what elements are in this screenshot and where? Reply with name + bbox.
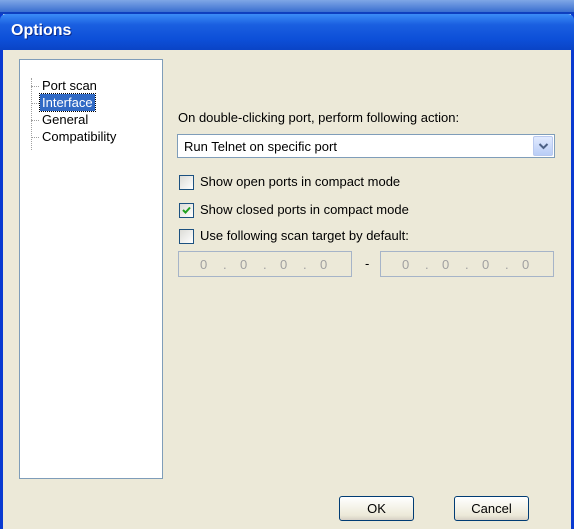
- tree-guide-branch: [31, 120, 39, 121]
- closed-compact-label: Show closed ports in compact mode: [200, 202, 409, 217]
- ip-dot: .: [465, 257, 469, 272]
- tree-guide-branch: [31, 103, 39, 104]
- dialog-title: Options: [11, 22, 72, 39]
- ip-to-octet-1: 0: [402, 257, 410, 272]
- open-compact-checkbox[interactable]: [179, 175, 194, 190]
- ip-from-octet-3: 0: [280, 257, 288, 272]
- tree-item-general[interactable]: General: [40, 111, 90, 128]
- tree-guide-line: [31, 78, 32, 150]
- open-compact-label: Show open ports in compact mode: [200, 174, 401, 189]
- default-target-checkbox[interactable]: [179, 229, 194, 244]
- closed-compact-checkbox[interactable]: [179, 203, 194, 218]
- chevron-down-icon: [538, 143, 549, 150]
- ip-to-octet-2: 0: [442, 257, 450, 272]
- cancel-button[interactable]: Cancel: [454, 496, 529, 521]
- tree-guide-branch: [31, 86, 39, 87]
- action-select-value: Run Telnet on specific port: [184, 139, 337, 154]
- ip-dot: .: [425, 257, 429, 272]
- ip-dot: .: [505, 257, 509, 272]
- default-target-label: Use following scan target by default:: [200, 228, 409, 243]
- ip-to-octet-3: 0: [482, 257, 490, 272]
- action-label: On double-clicking port, perform followi…: [178, 110, 460, 125]
- dropdown-button[interactable]: [533, 136, 553, 156]
- action-select[interactable]: Run Telnet on specific port: [177, 134, 555, 158]
- title-bar[interactable]: Options: [0, 14, 574, 50]
- ip-to-octet-4: 0: [522, 257, 530, 272]
- parent-window-edge: [0, 0, 574, 14]
- options-dialog: Options Port scan Interface General Comp…: [0, 14, 574, 529]
- ip-range-separator: -: [365, 256, 370, 271]
- options-tree[interactable]: Port scan Interface General Compatibilit…: [19, 59, 163, 479]
- ip-from-field[interactable]: 0 . 0 . 0 . 0: [178, 251, 352, 277]
- tree-item-compatibility[interactable]: Compatibility: [40, 128, 118, 145]
- checkmark-icon: [182, 206, 191, 214]
- tree-item-interface[interactable]: Interface: [39, 93, 96, 112]
- ip-dot: .: [223, 257, 227, 272]
- ip-to-field[interactable]: 0 . 0 . 0 . 0: [380, 251, 554, 277]
- ip-dot: .: [263, 257, 267, 272]
- tree-guide-branch: [31, 137, 39, 138]
- ip-from-octet-1: 0: [200, 257, 208, 272]
- ip-dot: .: [303, 257, 307, 272]
- ip-from-octet-2: 0: [240, 257, 248, 272]
- ip-from-octet-4: 0: [320, 257, 328, 272]
- tree-item-port-scan[interactable]: Port scan: [40, 77, 99, 94]
- ok-button[interactable]: OK: [339, 496, 414, 521]
